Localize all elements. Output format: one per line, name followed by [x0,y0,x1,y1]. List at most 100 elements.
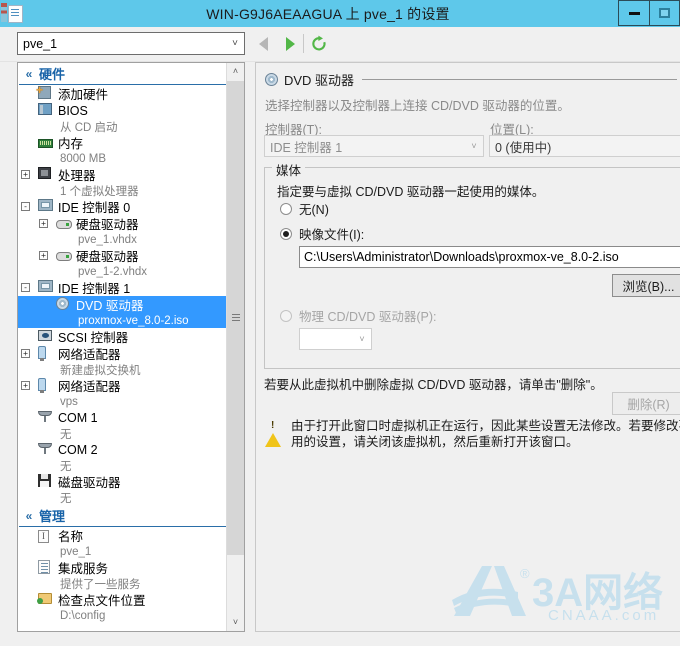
tree-item-处理器[interactable]: + 处理器 [18,166,228,183]
tree-item-label: 磁盘驱动器 [58,476,121,490]
expand-icon[interactable]: + [21,349,30,358]
tree-item-内存[interactable]: 内存 [18,134,228,151]
floppy-drive-icon [38,474,54,488]
tree-item-label: 硬盘驱动器 [76,250,139,264]
maximize-button[interactable] [649,0,680,26]
radio-none-indicator [280,202,292,215]
memory-icon [38,135,54,149]
tree-item-label: 集成服务 [58,562,109,576]
back-button[interactable] [256,35,274,53]
tree-item-添加硬件[interactable]: + 添加硬件 [18,84,228,102]
controller-dropdown[interactable]: IDE 控制器 1 ˅ [264,135,484,157]
radio-image-file-label: 映像文件(I): [299,228,365,242]
expand-icon[interactable]: + [21,381,30,390]
radio-image-file[interactable]: 映像文件(I): [280,224,364,243]
checkpoint-folder-icon [37,592,54,606]
com-port-icon [38,442,54,456]
back-arrow-icon [259,37,268,51]
image-path-input[interactable]: C:\Users\Administrator\Downloads\proxmox… [299,246,680,268]
scrollbar-grip-icon [232,314,240,315]
tree-item-硬盘驱动器[interactable]: + 硬盘驱动器 [18,215,228,232]
warning-line-1: 由于打开此窗口时虚拟机正在运行，因此某些设置无法修改。若要修改不可 [291,419,680,433]
warning-text: 由于打开此窗口时虚拟机正在运行，因此某些设置无法修改。若要修改不可 用的设置，请… [283,418,680,450]
tree-item-COM 1[interactable]: COM 1 [18,409,228,426]
tree-item-DVD 驱动器[interactable]: DVD 驱动器 [18,296,228,313]
tree-item-硬盘驱动器[interactable]: + 硬盘驱动器 [18,247,228,264]
refresh-icon [312,35,326,51]
tree-item-网络适配器[interactable]: + 网络适配器 [18,345,228,362]
processor-icon-glyph [38,167,51,179]
toolbar: pve_1 ˅ [0,27,680,62]
scroll-down-button[interactable]: ˅ [227,614,244,631]
radio-physical-drive[interactable]: 物理 CD/DVD 驱动器(P): [280,306,437,325]
tree-item-磁盘驱动器[interactable]: 磁盘驱动器 [18,473,228,490]
tree-item-名称[interactable]: I 名称 [18,527,228,544]
tree-scrollbar[interactable]: ˄ ˅ [226,63,244,631]
scroll-up-button[interactable]: ˄ [227,63,244,80]
remove-button[interactable]: 删除(R) [612,392,680,415]
warning-banner: 由于打开此窗口时虚拟机正在运行，因此某些设置无法修改。若要修改不可 用的设置，请… [265,418,680,450]
minimize-icon [628,11,640,15]
location-field[interactable]: 0 (使用中) [489,135,680,157]
forward-button[interactable] [281,35,299,53]
tree-section-header[interactable]: « 硬件 [19,63,227,85]
detail-header: DVD 驱动器 [265,70,677,89]
tree-section-title: 管理 [39,509,66,524]
tree-item-BIOS[interactable]: BIOS [18,102,228,119]
com-port-icon-glyph [38,410,52,422]
dvd-drive-icon [56,297,72,311]
network-adapter-icon-glyph [38,346,46,361]
tree-item-检查点文件位置[interactable]: 检查点文件位置 [18,591,228,608]
browse-button[interactable]: 浏览(B)... [612,274,680,297]
hard-drive-icon [56,248,72,262]
settings-document-icon [0,0,26,27]
minimize-button[interactable] [618,0,649,26]
hardware-tree-pane[interactable]: «硬件 + 添加硬件 BIOS 从 CD 启动 内存 8000 MB + 处理器 1 个虚拟处理器… [17,62,245,632]
name-icon-glyph: I [38,530,49,543]
expand-icon[interactable]: + [39,251,48,260]
checkpoint-folder-icon-glyph [37,593,52,604]
window-title: WIN-G9J6AEAAGUA 上 pve_1 的设置 [206,5,450,22]
scsi-controller-icon-glyph [38,330,52,341]
com-port-icon-glyph [38,442,52,454]
tree-item-IDE 控制器 0[interactable]: - IDE 控制器 0 [18,198,228,215]
tree-item-label: COM 2 [58,442,98,457]
scrollbar-thumb[interactable] [227,81,244,555]
refresh-button[interactable] [310,35,328,53]
tree-item-sublabel: D:\config [60,609,106,622]
chevron-up-icon: « [25,66,33,81]
hardware-tree[interactable]: «硬件 + 添加硬件 BIOS 从 CD 启动 内存 8000 MB + 处理器 1 个虚拟处理器… [18,63,228,631]
vm-selector-value: pve_1 [23,36,58,51]
radio-none[interactable]: 无(N) [280,199,329,218]
collapse-icon[interactable]: - [21,283,30,292]
tree-item-sublabel: 从 CD 启动 [60,121,118,134]
vm-settings-window: WIN-G9J6AEAAGUA 上 pve_1 的设置 pve_1 ˅ « 硬件… [0,0,680,646]
tree-item-label: 名称 [58,530,84,544]
vm-selector-dropdown[interactable]: pve_1 ˅ [17,32,245,55]
integration-services-icon [38,560,54,574]
tree-item-label: 网络适配器 [58,348,121,362]
tree-item-集成服务[interactable]: 集成服务 [18,559,228,576]
radio-image-file-indicator [280,227,292,240]
physical-drive-dropdown[interactable]: ˅ [299,328,372,350]
expand-icon[interactable]: + [39,219,48,228]
expand-icon[interactable]: + [21,170,30,179]
title-bar: WIN-G9J6AEAAGUA 上 pve_1 的设置 [0,0,680,27]
tree-item-SCSI 控制器[interactable]: SCSI 控制器 [18,328,228,345]
tree-item-网络适配器[interactable]: + 网络适配器 [18,377,228,394]
radio-physical-drive-label: 物理 CD/DVD 驱动器(P): [299,310,437,324]
tree-section-header[interactable]: « 管理 [19,505,227,527]
detail-description: 选择控制器以及控制器上连接 CD/DVD 驱动器的位置。 [265,99,570,113]
hard-drive-icon [56,216,72,230]
toolbar-separator [303,34,304,53]
tree-item-label: BIOS [58,103,88,118]
add-hardware-icon-glyph: + [36,84,51,99]
location-value: 0 (使用中) [495,140,552,155]
chevron-down-icon: ˅ [359,334,365,344]
tree-item-COM 2[interactable]: COM 2 [18,441,228,458]
tree-item-IDE 控制器 1[interactable]: - IDE 控制器 1 [18,279,228,296]
ide-controller-icon [38,280,54,294]
collapse-icon[interactable]: - [21,202,30,211]
radio-none-label: 无(N) [299,203,329,217]
tree-item-label: 添加硬件 [58,88,109,102]
